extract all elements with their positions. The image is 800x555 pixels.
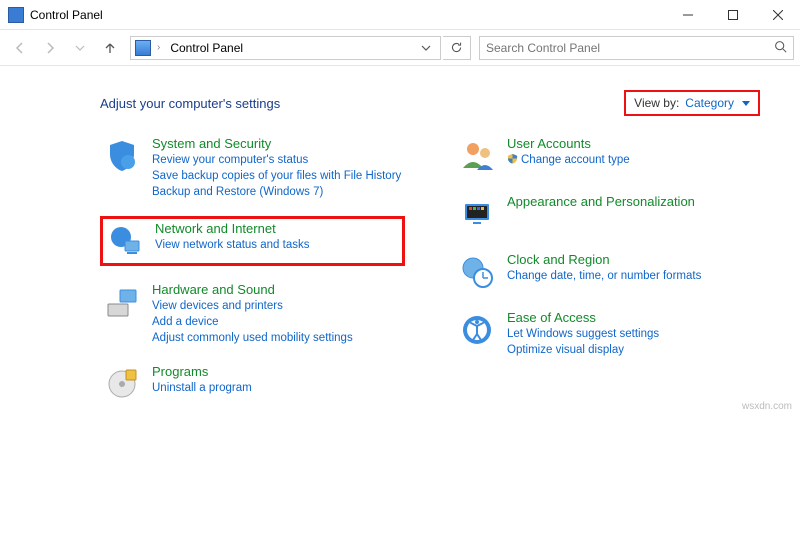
category-title-user-accounts[interactable]: User Accounts	[507, 136, 630, 152]
category-body: Network and InternetView network status …	[155, 221, 309, 253]
category-title-clock-region[interactable]: Clock and Region	[507, 252, 701, 268]
titlebar: Control Panel	[0, 0, 800, 30]
category-system-security: System and SecurityReview your computer'…	[100, 134, 405, 202]
watermark: wsxdn.com	[742, 401, 792, 412]
content-area: Adjust your computer's settings View by:…	[0, 66, 800, 416]
category-title-programs[interactable]: Programs	[152, 364, 252, 380]
category-body: Appearance and Personalization	[507, 194, 695, 210]
right-column: User AccountsChange account type Appearan…	[455, 134, 760, 406]
address-dropdown[interactable]	[416, 43, 436, 53]
forward-button[interactable]	[36, 34, 64, 62]
uac-shield-icon	[507, 154, 521, 166]
appearance-personalization-icon[interactable]	[457, 194, 497, 234]
category-title-appearance-personalization[interactable]: Appearance and Personalization	[507, 194, 695, 210]
window-title: Control Panel	[30, 8, 665, 22]
category-network-internet: Network and InternetView network status …	[100, 216, 405, 266]
category-body: ProgramsUninstall a program	[152, 364, 252, 396]
category-title-hardware-sound[interactable]: Hardware and Sound	[152, 282, 353, 298]
category-body: Hardware and SoundView devices and print…	[152, 282, 353, 346]
user-accounts-icon[interactable]	[457, 136, 497, 176]
address-bar[interactable]: › Control Panel	[130, 36, 441, 60]
refresh-button[interactable]	[443, 36, 471, 60]
category-body: Ease of AccessLet Windows suggest settin…	[507, 310, 659, 358]
category-body: Clock and RegionChange date, time, or nu…	[507, 252, 701, 284]
recent-locations-button[interactable]	[66, 34, 94, 62]
category-link[interactable]: Optimize visual display	[507, 343, 659, 358]
up-button[interactable]	[96, 34, 124, 62]
search-icon[interactable]	[774, 40, 787, 56]
clock-region-icon[interactable]	[457, 252, 497, 292]
category-programs: ProgramsUninstall a program	[100, 362, 405, 406]
search-box[interactable]	[479, 36, 794, 60]
category-link[interactable]: Save backup copies of your files with Fi…	[152, 169, 401, 184]
category-body: User AccountsChange account type	[507, 136, 630, 168]
content-header: Adjust your computer's settings View by:…	[100, 90, 760, 116]
breadcrumb-root[interactable]: Control Panel	[166, 41, 247, 55]
system-security-icon[interactable]	[102, 136, 142, 176]
category-link[interactable]: Add a device	[152, 315, 353, 330]
category-user-accounts: User AccountsChange account type	[455, 134, 760, 178]
minimize-button[interactable]	[665, 0, 710, 30]
network-internet-icon[interactable]	[105, 221, 145, 261]
category-link[interactable]: Change date, time, or number formats	[507, 269, 701, 284]
maximize-button[interactable]	[710, 0, 755, 30]
window-controls	[665, 0, 800, 30]
category-link[interactable]: View devices and printers	[152, 299, 353, 314]
view-by-selector[interactable]: View by: Category	[624, 90, 760, 116]
category-body: System and SecurityReview your computer'…	[152, 136, 401, 200]
category-hardware-sound: Hardware and SoundView devices and print…	[100, 280, 405, 348]
control-panel-icon	[135, 40, 151, 56]
back-button[interactable]	[6, 34, 34, 62]
category-link[interactable]: Change account type	[507, 153, 630, 168]
dropdown-triangle-icon	[742, 101, 750, 106]
category-clock-region: Clock and RegionChange date, time, or nu…	[455, 250, 760, 294]
category-link[interactable]: Backup and Restore (Windows 7)	[152, 185, 401, 200]
category-title-network-internet[interactable]: Network and Internet	[155, 221, 309, 237]
control-panel-icon	[8, 7, 24, 23]
category-link[interactable]: Adjust commonly used mobility settings	[152, 331, 353, 346]
chevron-right-icon: ›	[155, 42, 162, 53]
category-link[interactable]: View network status and tasks	[155, 238, 309, 253]
category-appearance-personalization: Appearance and Personalization	[455, 192, 760, 236]
category-title-ease-of-access[interactable]: Ease of Access	[507, 310, 659, 326]
programs-icon[interactable]	[102, 364, 142, 404]
category-ease-of-access: Ease of AccessLet Windows suggest settin…	[455, 308, 760, 360]
category-columns: System and SecurityReview your computer'…	[100, 134, 760, 406]
toolbar: › Control Panel	[0, 30, 800, 66]
category-title-system-security[interactable]: System and Security	[152, 136, 401, 152]
left-column: System and SecurityReview your computer'…	[100, 134, 405, 406]
hardware-sound-icon[interactable]	[102, 282, 142, 322]
category-link[interactable]: Uninstall a program	[152, 381, 252, 396]
category-link[interactable]: Let Windows suggest settings	[507, 327, 659, 342]
page-title: Adjust your computer's settings	[100, 96, 624, 111]
view-by-value: Category	[685, 96, 734, 110]
view-by-label: View by:	[634, 96, 679, 110]
close-button[interactable]	[755, 0, 800, 30]
category-link[interactable]: Review your computer's status	[152, 153, 401, 168]
ease-of-access-icon[interactable]	[457, 310, 497, 350]
search-input[interactable]	[486, 41, 774, 55]
